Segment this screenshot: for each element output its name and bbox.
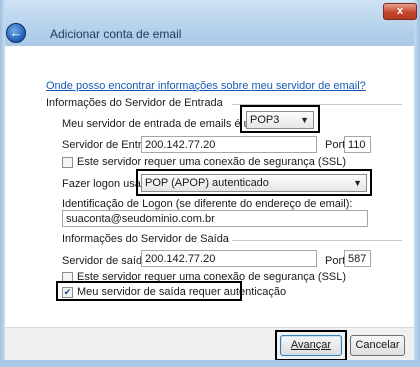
highlight-next-button	[275, 330, 347, 361]
cancel-button[interactable]: Cancelar	[350, 335, 405, 356]
logon-id-input[interactable]: suaconta@seudominio.com.br	[62, 210, 368, 227]
incoming-ssl-checkbox[interactable]	[62, 157, 73, 168]
window-border-right	[414, 0, 420, 367]
window-border-bottom	[0, 360, 420, 367]
window-title: Adicionar conta de email	[50, 27, 182, 41]
outgoing-port-input[interactable]: 587	[344, 250, 371, 267]
highlight-outgoing-auth	[56, 281, 242, 301]
incoming-ssl-label: Este servidor requer uma conexão de segu…	[77, 156, 347, 168]
outgoing-server-input[interactable]: 200.142.77.20	[141, 250, 317, 267]
outgoing-section-title: Informações do Servidor de Saída	[62, 233, 229, 245]
help-link[interactable]: Onde posso encontrar informações sobre m…	[46, 80, 366, 92]
logon-id-label: Identificação de Logon (se diferente do …	[62, 198, 353, 210]
outgoing-server-label: Servidor de saída:	[62, 255, 152, 267]
close-button[interactable]: x	[383, 3, 417, 20]
incoming-server-input[interactable]: 200.142.77.20	[141, 136, 317, 153]
cancel-button-label: Cancelar	[355, 339, 400, 351]
highlight-server-type	[240, 105, 320, 133]
back-button[interactable]: ←	[6, 23, 26, 43]
close-icon: x	[396, 5, 404, 17]
incoming-port-input[interactable]: 110	[344, 136, 371, 153]
section-divider	[232, 240, 402, 241]
back-arrow-icon: ←	[9, 25, 23, 40]
highlight-logon-method	[136, 169, 372, 196]
incoming-section-title: Informações do Servidor de Entrada	[46, 97, 223, 109]
